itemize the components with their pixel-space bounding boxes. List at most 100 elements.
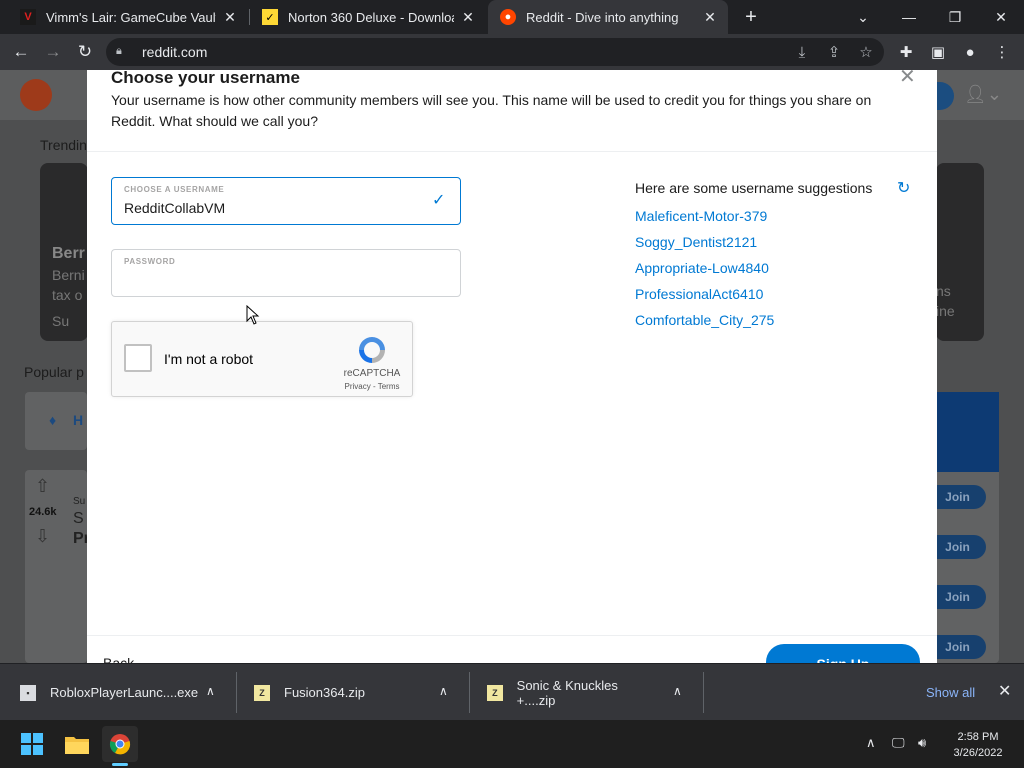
reload-icon[interactable]: ↻: [72, 39, 98, 65]
username-input[interactable]: [124, 198, 414, 218]
file-explorer-icon[interactable]: [59, 726, 95, 762]
username-suggestion[interactable]: ProfessionalAct6410: [635, 286, 763, 302]
side-panel-icon[interactable]: ▣: [925, 39, 951, 65]
vote-count: 24.6k: [29, 506, 57, 518]
restore-button[interactable]: ❐: [932, 0, 978, 34]
extensions-puzzle-icon[interactable]: ✚: [893, 39, 919, 65]
footer-divider: [87, 635, 937, 636]
download-filename: Fusion364.zip: [284, 685, 365, 700]
bookmark-star-icon[interactable]: ☆: [854, 39, 878, 65]
chrome-taskbar-icon[interactable]: [102, 726, 138, 762]
trending-card-right[interactable]: ns ine: [936, 163, 984, 341]
download-item[interactable]: Z Fusion364.zip: [254, 664, 424, 721]
post-title: S: [73, 510, 84, 527]
download-item[interactable]: Z Sonic & Knuckles +....zip: [487, 664, 657, 721]
downloads-bar: ▪ RobloxPlayerLaunc....exe ∧ Z Fusion364…: [0, 663, 1024, 720]
username-suggestion[interactable]: Comfortable_City_275: [635, 312, 774, 328]
system-clock[interactable]: 2:58 PM 3/26/2022: [950, 729, 1006, 761]
chevron-up-icon[interactable]: ∧: [673, 684, 682, 698]
username-field[interactable]: CHOOSE A USERNAME ✓: [111, 177, 461, 225]
back-link[interactable]: Back: [103, 655, 134, 663]
popular-filter-bar[interactable]: ♦ H: [25, 392, 87, 450]
trend-line: tax o: [52, 287, 83, 303]
back-arrow-icon[interactable]: ←: [8, 39, 34, 65]
reddit-logo-icon[interactable]: [20, 79, 52, 111]
upvote-icon[interactable]: ⇧: [35, 476, 50, 497]
tab-reddit[interactable]: ● Reddit - Dive into anything ✕: [488, 0, 728, 34]
vimm-favicon-icon: V: [20, 9, 36, 25]
windows-taskbar: ∧ 🖵︎ 🔊︎ 2:58 PM 3/26/2022: [0, 720, 1024, 768]
tab-search-chevron-icon[interactable]: ⌄: [840, 0, 886, 34]
join-button[interactable]: Join: [937, 585, 986, 609]
lock-icon: 🔒︎: [116, 45, 122, 57]
reddit-favicon-icon: ●: [500, 9, 516, 25]
modal-description: Your username is how other community mem…: [111, 92, 872, 129]
password-field[interactable]: PASSWORD: [111, 249, 461, 297]
recaptcha-label: I'm not a robot: [164, 351, 254, 367]
clock-time: 2:58 PM: [957, 731, 999, 743]
close-icon[interactable]: ✕: [899, 70, 916, 89]
download-item[interactable]: ▪ RobloxPlayerLaunc....exe: [20, 664, 200, 721]
tab-norton[interactable]: ✓ Norton 360 Deluxe - Download ✕: [250, 0, 486, 34]
checkmark-icon: ✓: [432, 192, 446, 209]
address-bar[interactable]: 🔒︎ reddit.com: [106, 38, 884, 66]
exe-file-icon: ▪: [20, 684, 36, 701]
minimize-button[interactable]: —: [886, 0, 932, 34]
chevron-up-icon[interactable]: ∧: [439, 684, 448, 698]
clock-date: 3/26/2022: [953, 747, 1003, 759]
username-suggestion[interactable]: Maleficent-Motor-379: [635, 208, 767, 224]
trend-line: ine: [936, 303, 955, 319]
sign-up-button[interactable]: Sign Up: [766, 644, 920, 663]
profile-avatar-icon[interactable]: ●: [957, 39, 983, 65]
install-app-icon[interactable]: ⤓: [790, 39, 814, 65]
password-input[interactable]: [124, 270, 414, 290]
tab-title: Norton 360 Deluxe - Download: [288, 9, 454, 25]
choose-username-modal: Choose your username ✕ Your username is …: [87, 70, 937, 663]
divider: [469, 672, 470, 713]
hot-icon[interactable]: ♦: [49, 412, 56, 428]
tab-title: Vimm's Lair: GameCube Vault: [46, 9, 216, 25]
norton-favicon-icon: ✓: [262, 9, 278, 25]
close-icon[interactable]: ✕: [998, 681, 1011, 701]
hot-label: H: [73, 412, 84, 428]
browser-toolbar: ← → ↻ 🔒︎ reddit.com ⤓ ⇪ ☆ ✚ ▣ ● ⋮: [0, 34, 1024, 70]
username-suggestion[interactable]: Soggy_Dentist2121: [635, 234, 757, 250]
tab-vimms-lair[interactable]: V Vimm's Lair: GameCube Vault ✕: [8, 0, 248, 34]
share-icon[interactable]: ⇪: [822, 39, 846, 65]
join-button[interactable]: Join: [937, 485, 986, 509]
join-button[interactable]: Join: [937, 535, 986, 559]
trending-label: Trendin: [40, 137, 87, 153]
chevron-up-icon[interactable]: ∧: [866, 735, 876, 751]
windows-start-icon[interactable]: [14, 726, 50, 762]
downvote-icon[interactable]: ⇩: [35, 526, 50, 547]
active-app-indicator: [112, 763, 128, 766]
mouse-cursor-icon: [246, 305, 260, 325]
trending-card-left[interactable]: Berr Berni tax o Su: [40, 163, 88, 341]
recaptcha-checkbox[interactable]: [124, 344, 152, 372]
chrome-menu-icon[interactable]: ⋮: [989, 39, 1015, 65]
trend-line: Berni: [52, 267, 85, 283]
recaptcha-links[interactable]: Privacy - Terms: [340, 382, 404, 391]
trend-title: Berr: [52, 245, 85, 262]
refresh-icon[interactable]: ↻: [897, 178, 913, 197]
password-label: PASSWORD: [124, 257, 176, 266]
new-tab-button[interactable]: +: [738, 4, 764, 30]
volume-icon[interactable]: 🔊︎: [918, 735, 926, 751]
post-card[interactable]: ⇧ 24.6k ⇩ Su S Pr: [25, 470, 90, 663]
window-close-button[interactable]: ✕: [978, 0, 1024, 34]
username-suggestion[interactable]: Appropriate-Low4840: [635, 260, 769, 276]
chevron-up-icon[interactable]: ∧: [206, 684, 215, 698]
zip-file-icon: Z: [254, 684, 270, 701]
forward-arrow-icon[interactable]: →: [40, 39, 66, 65]
show-all-link[interactable]: Show all: [926, 685, 975, 700]
join-button[interactable]: Join: [937, 635, 986, 659]
tab-close-icon[interactable]: ✕: [460, 9, 476, 26]
community-banner: [937, 392, 999, 472]
tab-close-icon[interactable]: ✕: [702, 9, 718, 26]
url-text: reddit.com: [142, 44, 208, 60]
network-icon[interactable]: 🖵︎: [892, 735, 905, 751]
trend-line: Su: [52, 313, 70, 329]
tab-title: Reddit - Dive into anything: [526, 9, 679, 25]
tab-close-icon[interactable]: ✕: [222, 9, 238, 26]
user-menu-icon[interactable]: 👤︎⌄: [964, 84, 1002, 105]
